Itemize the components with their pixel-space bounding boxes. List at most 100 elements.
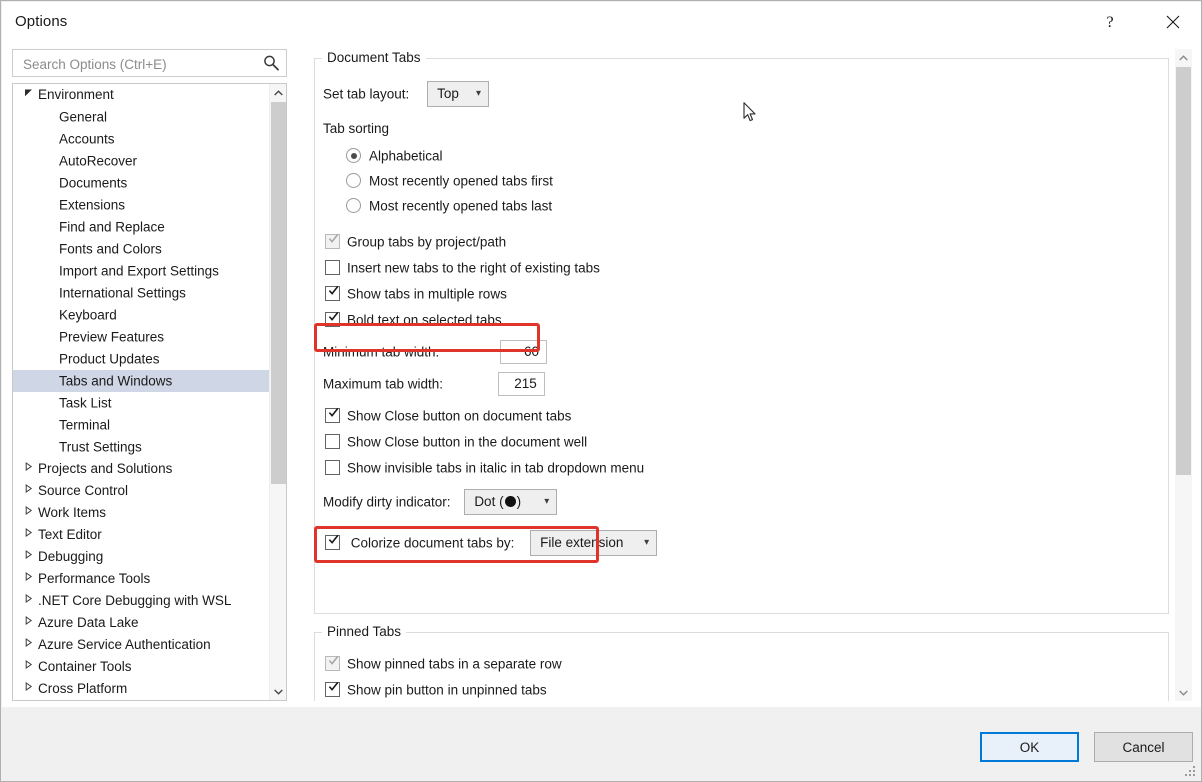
detail-scrollbar[interactable] (1175, 49, 1192, 701)
search-input[interactable] (21, 50, 260, 78)
colorize-tabs-label: Colorize document tabs by: (351, 536, 515, 551)
scroll-up-icon[interactable] (270, 84, 287, 101)
close-icon (1166, 15, 1180, 32)
expander-collapsed-icon[interactable] (21, 633, 35, 655)
tree-scrollbar-thumb[interactable] (271, 102, 286, 484)
maximum-tab-width-input[interactable]: 215 (498, 372, 545, 396)
tree-item-label: Azure Data Lake (38, 615, 139, 630)
tree-item-label: Azure Service Authentication (38, 637, 211, 652)
scroll-down-icon[interactable] (1175, 684, 1192, 701)
dirty-indicator-value-text: Dot ( (474, 494, 503, 509)
radio-most-recently-opened-tabs-first-row[interactable]: Most recently opened tabs first (346, 172, 553, 190)
tree-item-fonts-and-colors[interactable]: Fonts and Colors (13, 238, 269, 260)
expander-collapsed-icon[interactable] (21, 567, 35, 589)
checkbox-show-invisible-tabs-in-italic-in-tab-dro-checkbox[interactable] (325, 460, 340, 475)
tree-item-extensions[interactable]: Extensions (13, 194, 269, 216)
tree-item-azure-service-authentication[interactable]: Azure Service Authentication (13, 634, 269, 656)
radio-most-recently-opened-tabs-last[interactable] (346, 198, 361, 213)
detail-scrollbar-thumb[interactable] (1176, 67, 1191, 475)
tree-scrollbar[interactable] (269, 84, 286, 700)
minimum-tab-width-input[interactable]: 60 (500, 340, 547, 364)
tree-item-container-tools[interactable]: Container Tools (13, 656, 269, 678)
checkbox-show-close-button-on-document-tabs-checkbox[interactable] (325, 408, 340, 423)
tree-item-accounts[interactable]: Accounts (13, 128, 269, 150)
maximum-tab-width-label: Maximum tab width: (323, 377, 443, 392)
scroll-down-icon[interactable] (270, 683, 287, 700)
checkbox-show-close-button-in-the-document-well-row[interactable]: Show Close button in the document well (325, 433, 587, 451)
tree-item-autorecover[interactable]: AutoRecover (13, 150, 269, 172)
colorize-tabs-checkbox[interactable] (325, 535, 340, 550)
checkbox-bold-text-on-selected-tabs-checkbox[interactable] (325, 312, 340, 327)
tree-item-net-core-debugging-with-wsl[interactable]: .NET Core Debugging with WSL (13, 590, 269, 612)
cancel-button[interactable]: Cancel (1094, 732, 1193, 762)
tree-item-terminal[interactable]: Terminal (13, 414, 269, 436)
minimum-tab-width-row: Minimum tab width: 60 (323, 340, 547, 364)
dirty-indicator-row: Modify dirty indicator: Dot () ▾ (323, 489, 557, 515)
help-button[interactable]: ? (1087, 3, 1133, 43)
tree-item-tabs-and-windows[interactable]: Tabs and Windows (13, 370, 269, 392)
tree-item-import-and-export-settings[interactable]: Import and Export Settings (13, 260, 269, 282)
tree-item-product-updates[interactable]: Product Updates (13, 348, 269, 370)
checkbox-show-tabs-in-multiple-rows-checkbox[interactable] (325, 286, 340, 301)
options-tree-list[interactable]: EnvironmentGeneral Accounts AutoRecover Doc… (13, 84, 269, 700)
close-button[interactable] (1150, 3, 1196, 43)
tree-item-cross-platform[interactable]: Cross Platform (13, 678, 269, 700)
expander-collapsed-icon[interactable] (21, 611, 35, 633)
checkbox-group-tabs-by-project-path-row[interactable]: Group tabs by project/path (325, 233, 506, 251)
checkbox-insert-new-tabs-to-the-right-of-existing-row[interactable]: Insert new tabs to the right of existing… (325, 259, 600, 277)
expander-collapsed-icon[interactable] (21, 479, 35, 501)
expander-collapsed-icon[interactable] (21, 501, 35, 523)
resize-grip[interactable] (1184, 765, 1197, 778)
set-tab-layout-dropdown[interactable]: Top ▾ (427, 81, 489, 107)
scroll-up-icon[interactable] (1175, 49, 1192, 66)
search-box[interactable] (12, 49, 287, 77)
expander-expanded-icon[interactable] (21, 84, 35, 105)
tree-item-documents[interactable]: Documents (13, 172, 269, 194)
radio-dot-icon (351, 153, 357, 159)
checkbox-show-pin-button-in-unpinned-tabs-row[interactable]: Show pin button in unpinned tabs (325, 681, 547, 699)
tree-item-task-list[interactable]: Task List (13, 392, 269, 414)
tree-item-label: Trust Settings (59, 439, 142, 454)
tree-item-international-settings[interactable]: International Settings (13, 282, 269, 304)
search-icon[interactable] (262, 54, 280, 72)
radio-most-recently-opened-tabs-last-row[interactable]: Most recently opened tabs last (346, 197, 552, 215)
expander-collapsed-icon[interactable] (21, 457, 35, 479)
tree-item-environment[interactable]: Environment (13, 84, 269, 106)
expander-collapsed-icon[interactable] (21, 655, 35, 677)
checkbox-show-pin-button-in-unpinned-tabs-checkbox[interactable] (325, 682, 340, 697)
tree-item-performance-tools[interactable]: Performance Tools (13, 568, 269, 590)
checkbox-bold-text-on-selected-tabs-row[interactable]: Bold text on selected tabs (325, 311, 502, 329)
expander-collapsed-icon[interactable] (21, 545, 35, 567)
checkbox-show-pinned-tabs-in-a-separate-row-row[interactable]: Show pinned tabs in a separate row (325, 655, 562, 673)
tree-item-work-items[interactable]: Work Items (13, 502, 269, 524)
checkbox-show-close-button-on-document-tabs-row[interactable]: Show Close button on document tabs (325, 407, 571, 425)
checkbox-show-close-button-in-the-document-well-checkbox[interactable] (325, 434, 340, 449)
checkbox-show-invisible-tabs-in-italic-in-tab-dro-row[interactable]: Show invisible tabs in italic in tab dro… (325, 459, 644, 477)
expander-collapsed-icon[interactable] (21, 677, 35, 699)
tree-item-label: Accounts (59, 131, 115, 146)
expander-collapsed-icon[interactable] (21, 589, 35, 611)
tree-item-trust-settings[interactable]: Trust Settings (13, 436, 269, 458)
tree-item-projects-and-solutions[interactable]: Projects and Solutions (13, 458, 269, 480)
tree-item-keyboard[interactable]: Keyboard (13, 304, 269, 326)
tree-item-source-control[interactable]: Source Control (13, 480, 269, 502)
radio-alphabetical-row[interactable]: Alphabetical (346, 147, 443, 165)
tree-item-general[interactable]: General (13, 106, 269, 128)
checkbox-show-tabs-in-multiple-rows-row[interactable]: Show tabs in multiple rows (325, 285, 507, 303)
checkbox-insert-new-tabs-to-the-right-of-existing-checkbox[interactable] (325, 260, 340, 275)
tree-item-text-editor[interactable]: Text Editor (13, 524, 269, 546)
colorize-tabs-dropdown[interactable]: File extension ▾ (530, 530, 657, 556)
radio-most-recently-opened-tabs-first[interactable] (346, 173, 361, 188)
document-tabs-legend: Document Tabs (322, 50, 426, 65)
radio-alphabetical[interactable] (346, 148, 361, 163)
ok-button[interactable]: OK (980, 732, 1079, 762)
dirty-indicator-dropdown[interactable]: Dot () ▾ (464, 489, 557, 515)
tree-item-label: Keyboard (59, 307, 117, 322)
tree-item-label: AutoRecover (59, 153, 137, 168)
tree-item-find-and-replace[interactable]: Find and Replace (13, 216, 269, 238)
tree-item-preview-features[interactable]: Preview Features (13, 326, 269, 348)
expander-collapsed-icon[interactable] (21, 523, 35, 545)
tree-item-debugging[interactable]: Debugging (13, 546, 269, 568)
tree-item-azure-data-lake[interactable]: Azure Data Lake (13, 612, 269, 634)
set-tab-layout-value: Top (437, 82, 459, 106)
